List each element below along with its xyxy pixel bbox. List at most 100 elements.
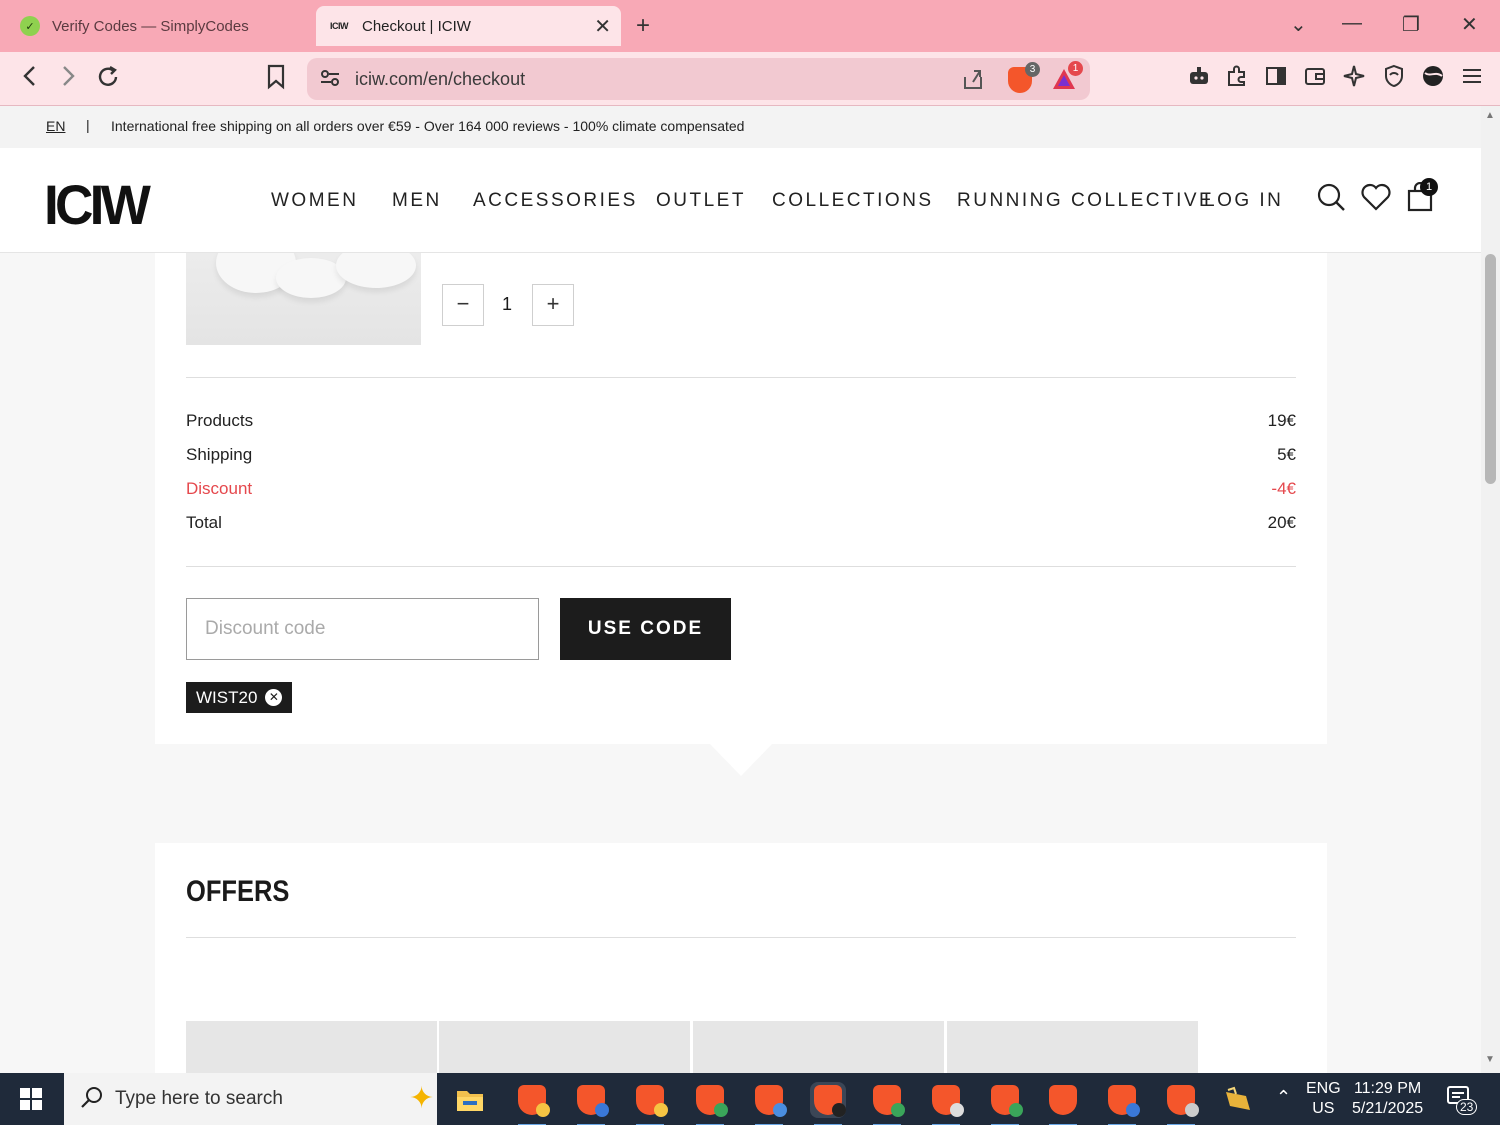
share-icon[interactable] [961,67,985,96]
tab-simplycodes[interactable]: ✓ Verify Codes — SimplyCodes [8,6,304,46]
nav-accessories[interactable]: ACCESSORIES [473,190,638,212]
language-selector[interactable]: EN [46,118,65,134]
offers-section: OFFERS [155,843,1327,1073]
offer-tile[interactable] [947,1021,1198,1073]
reload-icon[interactable] [95,64,121,96]
start-button[interactable] [0,1073,62,1125]
menu-icon[interactable] [1460,64,1484,94]
pinned-app-icon[interactable] [1220,1082,1256,1118]
announcement-bar: EN | International free shipping on all … [0,106,1481,148]
scroll-up-icon[interactable]: ▲ [1485,110,1495,121]
new-tab-button[interactable]: + [636,12,650,40]
cart-count-badge: 1 [1420,178,1438,196]
divider [186,566,1296,567]
brave-window-icon[interactable] [869,1082,905,1125]
site-settings-icon[interactable] [319,68,341,93]
decrease-quantity-button[interactable]: − [442,284,484,326]
nav-outlet[interactable]: OUTLET [656,190,746,212]
cart-bag-icon[interactable]: 1 [1406,178,1438,217]
divider [186,937,1296,938]
page-scrollbar[interactable]: ▲ ▼ [1481,106,1500,1073]
summary-value-products: 19€ [1267,411,1296,430]
file-explorer-icon[interactable] [452,1082,488,1118]
nav-collections[interactable]: COLLECTIONS [772,190,934,212]
summary-value-shipping: 5€ [1277,445,1296,464]
applied-code-label: WIST20 [196,687,258,707]
summary-value-discount: -4€ [1271,479,1296,498]
quantity-value: 1 [502,294,513,314]
card-pointer [710,744,772,776]
input-language-indicator[interactable]: ENG US [1306,1079,1341,1119]
tab-title: Checkout | ICIW [362,17,471,35]
tab-checkout[interactable]: ICIW Checkout | ICIW ✕ [316,6,621,46]
leo-ai-icon[interactable] [1187,64,1211,94]
bookmark-icon[interactable] [266,64,286,96]
use-code-button[interactable]: USE CODE [560,598,731,660]
brave-window-icon[interactable] [1163,1082,1199,1125]
divider [186,377,1296,378]
tab-search-chevron-icon[interactable]: ⌄ [1290,12,1307,37]
minimize-icon[interactable]: — [1342,12,1362,35]
scroll-down-icon[interactable]: ▼ [1485,1054,1495,1065]
wishlist-heart-icon[interactable] [1360,182,1392,217]
brave-window-icon[interactable] [692,1082,728,1125]
close-window-icon[interactable]: ✕ [1461,12,1478,37]
windows-logo-icon [20,1088,42,1110]
summary-value-total: 20€ [1267,513,1296,532]
login-link[interactable]: LOG IN [1204,190,1283,212]
profile-icon[interactable] [1421,64,1445,94]
site-header: ICIW WOMEN MEN ACCESSORIES OUTLET COLLEC… [0,148,1481,253]
url-text: iciw.com/en/checkout [355,69,526,89]
brave-window-icon[interactable] [928,1082,964,1125]
browser-tab-bar: ✓ Verify Codes — SimplyCodes ICIW Checko… [0,0,1500,52]
page-content: EN | International free shipping on all … [0,106,1481,1073]
summary-label-total: Total [186,513,222,532]
scroll-thumb[interactable] [1485,254,1496,484]
brave-window-icon[interactable] [1104,1082,1140,1125]
notification-center-icon[interactable]: 23 [1446,1085,1478,1115]
extensions-icon[interactable] [1225,64,1249,94]
search-icon[interactable] [1316,182,1346,217]
cart-summary-card: − 1 + Products 19€ Shipping 5€ Discount … [155,253,1327,744]
search-highlight-sparkle-icon: ✦ [409,1082,435,1115]
summary-label-products: Products [186,411,254,430]
vpn-shield-icon[interactable] [1382,64,1406,94]
nav-men[interactable]: MEN [392,190,442,212]
increase-quantity-button[interactable]: + [532,284,574,326]
brave-rewards-icon[interactable]: 1 [1051,61,1083,92]
ai-sparkle-icon[interactable] [1342,64,1366,94]
remove-code-icon[interactable]: ✕ [265,689,283,706]
search-placeholder: Type here to search [115,1088,283,1109]
iciw-logo[interactable]: ICIW [44,172,151,237]
offer-tile[interactable] [186,1021,437,1073]
browser-toolbar: iciw.com/en/checkout 3 1 [0,52,1500,106]
summary-label-discount: Discount [186,479,253,498]
address-bar[interactable]: iciw.com/en/checkout 3 1 [307,58,1090,100]
clock[interactable]: 11:29 PM 5/21/2025 [1352,1079,1423,1119]
iciw-favicon-icon: ICIW [330,21,349,31]
nav-running-collective[interactable]: RUNNING COLLECTIVE [957,190,1214,212]
discount-code-input[interactable] [186,598,539,660]
brave-shields-icon[interactable]: 3 [1008,62,1040,93]
offer-tile[interactable] [693,1021,944,1073]
taskbar-search[interactable]: Type here to search ✦ [64,1073,437,1125]
wallet-icon[interactable] [1303,64,1327,94]
nav-women[interactable]: WOMEN [271,190,358,212]
product-image[interactable] [186,253,421,345]
close-tab-icon[interactable]: ✕ [594,14,611,39]
brave-window-icon[interactable] [987,1082,1023,1125]
sidebar-icon[interactable] [1264,64,1288,94]
simplycodes-favicon-icon: ✓ [20,16,40,36]
restore-icon[interactable]: ❐ [1402,12,1420,37]
offer-tile[interactable] [439,1021,690,1073]
back-icon[interactable] [20,64,40,94]
brave-window-active-icon[interactable] [810,1082,846,1125]
brave-window-icon[interactable] [514,1082,550,1125]
brave-window-icon[interactable] [1045,1082,1081,1125]
brave-window-icon[interactable] [751,1082,787,1125]
brave-window-icon[interactable] [573,1082,609,1125]
brave-window-icon[interactable] [632,1082,668,1125]
separator: | [86,117,90,133]
show-hidden-icons-chevron-icon[interactable]: ⌃ [1276,1087,1291,1107]
forward-icon[interactable] [58,64,78,94]
